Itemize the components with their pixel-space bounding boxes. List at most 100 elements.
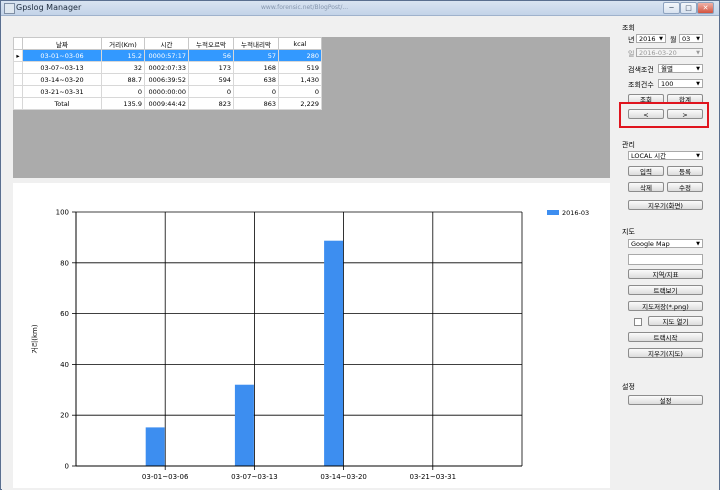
chart-panel: 0 20 40 60 80 100 03-01~03-06 03-07~03-13 03-14~… xyxy=(13,183,610,488)
close-button[interactable]: ✕ xyxy=(697,2,714,14)
table-row-total[interactable]: Total 135.9 0009:44:42 823 863 2,229 xyxy=(13,97,322,110)
maximize-button[interactable]: □ xyxy=(680,2,697,14)
day-picker[interactable]: 2016-03-20 ▼ xyxy=(636,48,703,57)
track-view-button[interactable]: 트랙보기 xyxy=(628,285,703,295)
table-row[interactable]: 03-14~03-20 88.7 0006:39:52 594 638 1,43… xyxy=(13,73,322,86)
count-select[interactable]: 100 ▼ xyxy=(658,79,703,88)
settings-section-label: 설정 xyxy=(622,383,635,391)
settings-button[interactable]: 설정 xyxy=(628,395,703,405)
table-row[interactable]: ▸ 03-01~03-06 15.2 0000:57:17 56 57 280 xyxy=(13,49,322,62)
cell-distance: 135.9 xyxy=(101,97,145,110)
chevron-down-icon: ▼ xyxy=(696,36,700,42)
criteria-label: 검색조건 xyxy=(628,66,654,74)
bar xyxy=(145,427,165,466)
col-header-distance[interactable]: 거리(Km) xyxy=(101,37,145,50)
cell-descent: 168 xyxy=(233,61,279,74)
edit-button[interactable]: 수정 xyxy=(667,182,703,192)
row-header xyxy=(13,85,23,98)
year-select[interactable]: 2016 ▼ xyxy=(636,34,666,43)
map-provider-value: Google Map xyxy=(631,240,670,248)
y-tick-label: 40 xyxy=(60,361,69,369)
grid-panel: 날짜 거리(Km) 시간 누적오르막 누적내리막 kcal ▸ 03-01~03… xyxy=(13,37,610,178)
count-value: 100 xyxy=(661,80,674,88)
cell-date: 03-07~03-13 xyxy=(22,61,102,74)
timezone-select[interactable]: LOCAL 시간 ▼ xyxy=(628,151,703,160)
data-grid[interactable]: 날짜 거리(Km) 시간 누적오르막 누적내리막 kcal ▸ 03-01~03… xyxy=(13,37,322,110)
y-tick-label: 60 xyxy=(60,310,69,318)
background-url-text: www.forensic.net/BlogPost/... xyxy=(261,4,349,11)
row-header xyxy=(13,73,23,86)
delete-button[interactable]: 삭제 xyxy=(628,182,664,192)
bar xyxy=(324,240,344,466)
cell-time: 0006:39:52 xyxy=(144,73,189,86)
input-button[interactable]: 입력 xyxy=(628,166,664,176)
cell-kcal: 1,430 xyxy=(278,73,322,86)
year-label: 년 xyxy=(628,36,635,44)
client-area: 날짜 거리(Km) 시간 누적오르막 누적내리막 kcal ▸ 03-01~03… xyxy=(2,16,719,490)
row-selector-arrow-icon: ▸ xyxy=(13,49,23,62)
chevron-down-icon: ▼ xyxy=(696,153,700,159)
col-header-descent[interactable]: 누적내리막 xyxy=(233,37,279,50)
y-tick-label: 20 xyxy=(60,412,69,420)
cell-kcal: 0 xyxy=(278,85,322,98)
cell-time: 0000:00:00 xyxy=(144,85,189,98)
row-header-corner xyxy=(13,37,23,50)
chevron-down-icon: ▼ xyxy=(696,66,700,72)
timezone-value: LOCAL 시간 xyxy=(631,152,667,160)
row-header xyxy=(13,61,23,74)
table-row[interactable]: 03-21~03-31 0 0000:00:00 0 0 0 xyxy=(13,85,322,98)
open-map-checkbox[interactable] xyxy=(634,318,642,326)
area-landmark-button[interactable]: 지역/지표 xyxy=(628,269,703,279)
month-select[interactable]: 03 ▼ xyxy=(679,34,703,43)
minimize-button[interactable]: ─ xyxy=(663,2,680,14)
chevron-down-icon: ▼ xyxy=(696,81,700,87)
x-tick-label: 03-07~03-13 xyxy=(231,473,278,481)
cell-ascent: 173 xyxy=(188,61,234,74)
cell-date: Total xyxy=(22,97,102,110)
col-header-kcal[interactable]: kcal xyxy=(278,37,322,50)
next-button[interactable]: > xyxy=(667,109,703,119)
cell-descent: 57 xyxy=(233,49,279,62)
location-search-input[interactable] xyxy=(628,254,703,265)
count-label: 조회건수 xyxy=(628,81,654,89)
open-map-button[interactable]: 지도 열기 xyxy=(648,316,703,326)
calendar-dropdown-icon: ▼ xyxy=(696,50,700,56)
distance-bar-chart: 0 20 40 60 80 100 03-01~03-06 03-07~03-13 03-14~… xyxy=(30,209,589,482)
map-section-label: 지도 xyxy=(622,228,635,236)
x-tick-label: 03-01~03-06 xyxy=(142,473,189,481)
track-start-button[interactable]: 트랙시작 xyxy=(628,332,703,342)
col-header-ascent[interactable]: 누적오르막 xyxy=(188,37,234,50)
x-tick-label: 03-14~03-20 xyxy=(320,473,367,481)
save-map-button[interactable]: 지도저장(*.png) xyxy=(628,301,703,311)
cell-time: 0002:07:33 xyxy=(144,61,189,74)
col-header-date[interactable]: 날짜 xyxy=(22,37,102,50)
app-window: Gpslog Manager www.forensic.net/BlogPost… xyxy=(0,0,720,490)
register-button[interactable]: 등록 xyxy=(667,166,703,176)
y-tick-label: 100 xyxy=(56,209,69,217)
grid-header-row: 날짜 거리(Km) 시간 누적오르막 누적내리막 kcal xyxy=(13,37,322,50)
cell-kcal: 2,229 xyxy=(278,97,322,110)
map-provider-select[interactable]: Google Map ▼ xyxy=(628,239,703,248)
cell-ascent: 56 xyxy=(188,49,234,62)
criteria-value: 월별 xyxy=(661,65,673,73)
criteria-select[interactable]: 월별 ▼ xyxy=(658,64,703,73)
query-section-label: 조회 xyxy=(622,24,635,32)
cell-distance: 88.7 xyxy=(101,73,145,86)
clear-map-button[interactable]: 지우기(지도) xyxy=(628,348,703,358)
legend-label: 2016-03 xyxy=(562,209,589,217)
cell-kcal: 519 xyxy=(278,61,322,74)
month-value: 03 xyxy=(682,35,691,43)
clear-screen-button[interactable]: 지우기(화면) xyxy=(628,200,703,210)
day-value: 2016-03-20 xyxy=(639,49,677,57)
chevron-down-icon: ▼ xyxy=(659,36,663,42)
y-tick-label: 0 xyxy=(65,463,69,471)
title-bar[interactable]: Gpslog Manager www.forensic.net/BlogPost… xyxy=(1,1,719,16)
row-header xyxy=(13,97,23,110)
x-tick-label: 03-21~03-31 xyxy=(410,473,457,481)
chevron-down-icon: ▼ xyxy=(696,241,700,247)
cell-distance: 15.2 xyxy=(101,49,145,62)
col-header-time[interactable]: 시간 xyxy=(144,37,189,50)
prev-button[interactable]: < xyxy=(628,109,664,119)
table-row[interactable]: 03-07~03-13 32 0002:07:33 173 168 519 xyxy=(13,61,322,74)
day-label: 일 xyxy=(628,50,635,58)
